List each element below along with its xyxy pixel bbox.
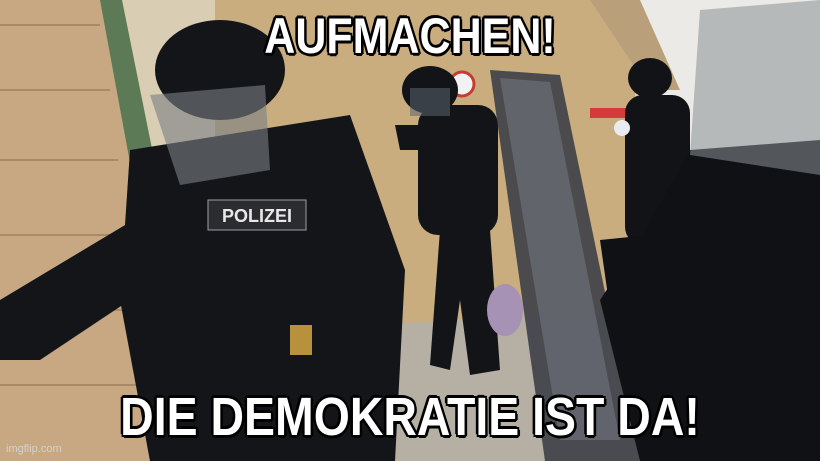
meme-bottom-text: DIE DEMOKRATIE IST DA! [120, 387, 700, 447]
watch [290, 325, 312, 355]
polizei-patch-label: POLIZEI [222, 206, 292, 226]
visor-middle [410, 88, 450, 116]
imgflip-watermark: imgflip.com [6, 443, 62, 455]
barrier-tape [590, 108, 630, 118]
meme-top-text: AUFMACHEN! [264, 8, 556, 64]
cloth-on-floor [487, 284, 523, 336]
flashlight [614, 120, 630, 136]
meme-canvas: POLIZEI AUFMACHEN! DIE DEMOKRATIE IST DA… [0, 0, 820, 461]
